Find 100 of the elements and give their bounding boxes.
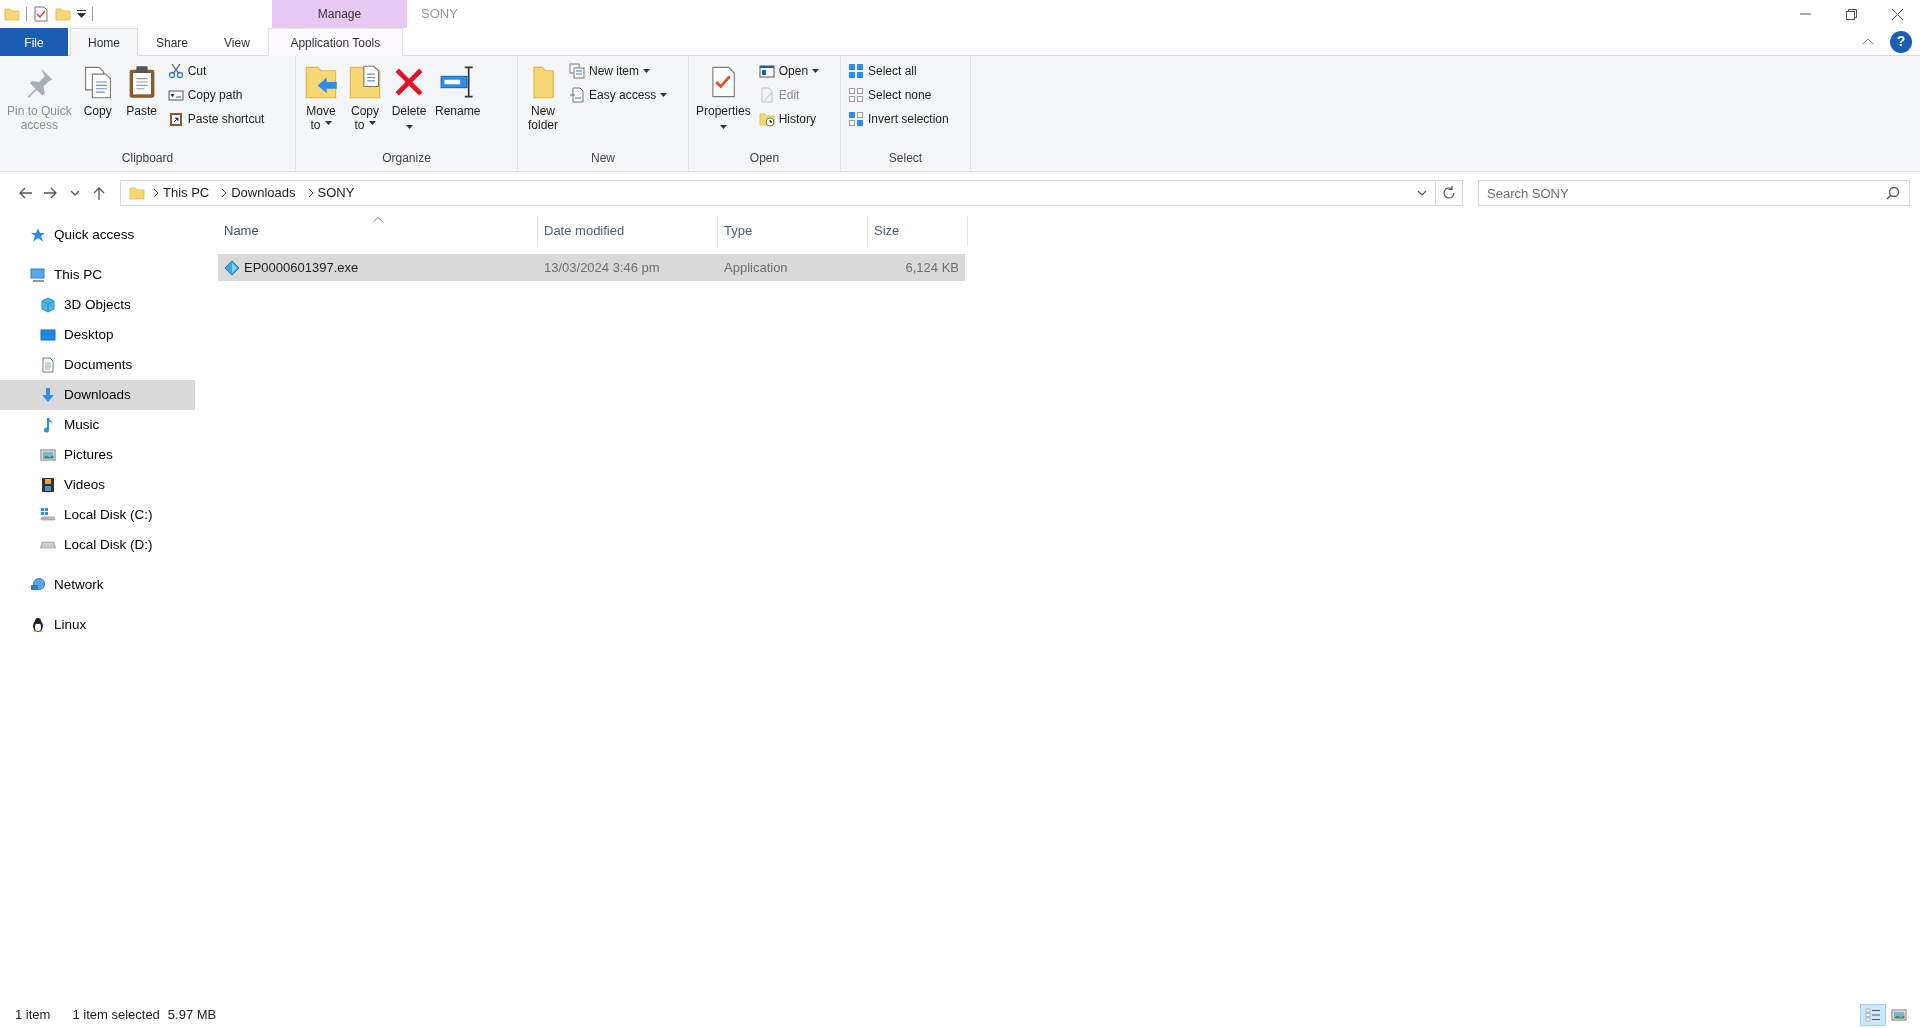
caret-icon — [405, 125, 413, 129]
ribbon-button[interactable]: History — [755, 108, 823, 130]
ribbon-button[interactable]: Move to — [300, 64, 342, 132]
ribbon-button[interactable]: Rename — [432, 64, 484, 118]
rename-icon — [439, 64, 476, 100]
ribbon-button[interactable]: Open — [755, 60, 823, 82]
cube-icon — [40, 297, 56, 313]
document-icon — [40, 357, 56, 373]
dropdown-caret-icon[interactable] — [1417, 190, 1427, 196]
copy-path-icon — [167, 87, 184, 103]
file-row[interactable]: EP0000601397.exe 13/03/2024 3:46 pm Application 6,124 KB — [218, 254, 965, 281]
star-icon — [30, 227, 46, 243]
contextual-tab-group-header: Manage — [272, 0, 407, 28]
picture-icon — [40, 447, 56, 463]
properties-icon[interactable] — [33, 6, 49, 22]
collapse-ribbon-icon[interactable] — [1862, 38, 1874, 45]
ribbon-button[interactable]: Copy to — [344, 64, 386, 132]
ribbon-group-label: Clipboard — [120, 150, 175, 167]
navigation-item[interactable]: Desktop — [0, 320, 195, 350]
invert-selection-icon — [848, 111, 864, 127]
sort-ascending-icon — [372, 217, 383, 222]
ribbon-button[interactable]: Easy access — [566, 84, 671, 106]
application-icon — [224, 259, 240, 276]
column-header[interactable]: Date modified — [538, 216, 718, 246]
ribbon-button[interactable]: Cut — [164, 60, 268, 82]
navigation-item[interactable]: Videos — [0, 470, 195, 500]
new-item-icon — [569, 63, 585, 79]
navigation-item[interactable]: 3D Objects — [0, 290, 195, 320]
ribbon-button[interactable]: Select all — [845, 60, 952, 82]
ribbon-button[interactable]: Copy — [76, 64, 119, 118]
ribbon-button[interactable]: Copy path — [164, 84, 268, 106]
drive-icon — [40, 541, 56, 549]
ribbon-tab[interactable]: Application Tools — [267, 28, 403, 56]
ribbon-button[interactable]: New folder — [522, 64, 564, 132]
download-arrow-icon — [40, 387, 56, 403]
customize-caret-icon[interactable] — [77, 10, 86, 18]
caret-icon — [812, 69, 820, 73]
scissors-icon — [167, 63, 184, 79]
penguin-icon — [30, 617, 46, 633]
navigation-item[interactable]: Downloads — [0, 380, 195, 410]
file-name: EP0000601397.exe — [244, 258, 359, 277]
window-icon — [758, 63, 775, 79]
navigation-item[interactable]: Pictures — [0, 440, 195, 470]
address-bar[interactable]: This PC Downloads SONY — [120, 180, 1436, 206]
ribbon-button[interactable]: Select none — [845, 84, 952, 106]
breadcrumb[interactable]: This PC — [159, 183, 214, 203]
search-field[interactable]: Search SONY — [1478, 180, 1910, 206]
refresh-button[interactable] — [1436, 180, 1463, 206]
chevron-right-icon — [153, 188, 159, 198]
ribbon-button[interactable]: Paste shortcut — [164, 108, 268, 130]
forward-arrow-icon — [44, 186, 58, 200]
drive-icon — [40, 507, 56, 523]
ribbon-group-label: New — [590, 150, 616, 167]
breadcrumb[interactable]: Downloads — [227, 183, 300, 203]
column-header[interactable]: Type — [718, 216, 868, 246]
file-menu-tab[interactable]: File — [0, 28, 68, 56]
caret-icon — [643, 69, 650, 73]
select-all-icon — [848, 63, 864, 79]
navigation-item[interactable]: Music — [0, 410, 195, 440]
column-header[interactable]: Name — [218, 216, 538, 246]
up-arrow-icon — [92, 186, 106, 200]
network-icon — [30, 577, 46, 593]
desktop-icon — [40, 327, 56, 343]
selection-count: 1 item selected — [72, 1006, 160, 1025]
navigation-item[interactable]: Quick access — [0, 220, 195, 250]
breadcrumb[interactable]: SONY — [313, 183, 359, 203]
ribbon-button[interactable]: Properties — [693, 64, 754, 133]
folder-icon — [129, 185, 145, 201]
ribbon-button[interactable]: Invert selection — [845, 108, 952, 130]
paste-shortcut-icon — [167, 111, 184, 127]
navigation-item[interactable]: This PC — [0, 260, 195, 290]
ribbon-button[interactable]: Delete — [388, 64, 430, 133]
pencil-document-icon — [758, 87, 775, 103]
film-icon — [40, 477, 56, 493]
item-count: 1 item — [15, 1006, 51, 1025]
ribbon-tab[interactable]: Share — [138, 28, 207, 56]
navigation-item[interactable]: Linux — [0, 610, 195, 640]
window-title: SONY — [420, 5, 458, 24]
help-button[interactable]: ? — [1890, 30, 1912, 53]
navigation-item[interactable]: Local Disk (C:) — [0, 500, 195, 530]
file-type: Application — [723, 258, 789, 277]
navigation-item[interactable]: Documents — [0, 350, 195, 380]
navigation-item[interactable]: Network — [0, 570, 195, 600]
ribbon-tab[interactable]: View — [206, 28, 268, 56]
date-modified: 13/03/2024 3:46 pm — [543, 258, 661, 277]
column-header[interactable]: Size — [868, 216, 968, 246]
ribbon-tab[interactable]: Home — [70, 28, 138, 56]
file-size: 6,124 KB — [904, 258, 960, 277]
folder-clock-icon — [758, 111, 775, 127]
details-view-button[interactable] — [1860, 1004, 1886, 1026]
chevron-right-icon — [221, 188, 228, 198]
navigation-item[interactable]: Local Disk (D:) — [0, 530, 195, 560]
ribbon-group-label: Open — [748, 150, 781, 167]
ribbon-group-label: Select — [887, 150, 924, 167]
ribbon-button[interactable]: Paste — [120, 64, 163, 118]
ribbon-button[interactable]: New item — [566, 60, 671, 82]
chevron-right-icon — [307, 188, 314, 198]
caret-icon — [368, 121, 376, 125]
search-icon[interactable] — [1886, 186, 1900, 200]
details-list-icon — [1865, 1007, 1881, 1023]
